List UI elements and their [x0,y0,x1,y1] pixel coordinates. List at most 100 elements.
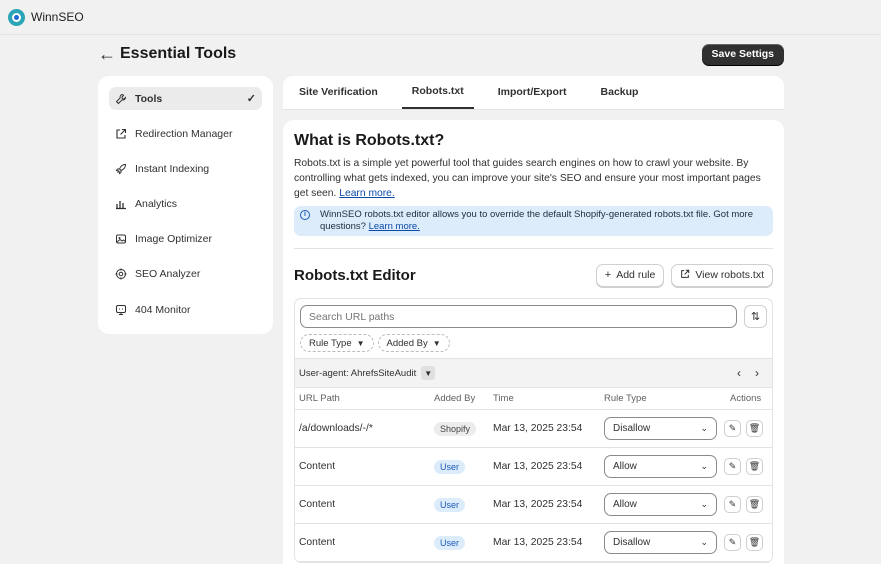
sidebar-item-tools[interactable]: Tools ✓ [109,87,262,110]
trash-icon[interactable]: 🗑 [746,420,763,437]
intro-description: Robots.txt is a simple yet powerful tool… [294,158,761,199]
url-path: Content [299,537,336,548]
table-row: Content User Mar 13, 2025 23:54 Allow ⌄ ✎… [295,486,772,524]
pagination: ‹ › [730,366,766,380]
learn-more-link[interactable]: Learn more. [339,188,395,199]
chevron-down-icon: ⌄ [700,499,708,509]
sidebar-item-label: Tools [135,92,163,105]
rule-type-select[interactable]: Disallow ⌄ [604,417,717,440]
sidebar-item-label: 404 Monitor [135,303,191,316]
sidebar-item-redirection-manager[interactable]: Redirection Manager [109,122,262,145]
column-added-by: Added By [434,393,476,404]
sidebar-item-label: Redirection Manager [135,127,233,140]
divider [294,248,773,249]
rules-panel: ⇅ Rule Type▼ Added By▼ User-agent: Ahref… [294,298,773,563]
external-link-icon [115,128,127,140]
robots-content-card: What is Robots.txt? Robots.txt is a simp… [283,120,784,564]
url-path: Content [299,461,336,472]
rocket-icon [115,163,127,175]
user-agent-label: User-agent: AhrefsSiteAudit [299,367,417,379]
rule-time: Mar 13, 2025 23:54 [493,537,583,548]
chevron-down-icon: ⌄ [700,423,708,433]
rule-type-select[interactable]: Allow ⌄ [604,493,717,516]
external-link-icon [680,269,690,282]
table-header: URL Path Added By Time Rule Type Actions [295,388,772,410]
trash-icon[interactable]: 🗑 [746,534,763,551]
top-bar: WinnSEO [0,0,881,35]
rule-time: Mar 13, 2025 23:54 [493,461,583,472]
tab-site-verification[interactable]: Site Verification [289,75,388,109]
sidebar-item-analytics[interactable]: Analytics [109,193,262,216]
added-by-badge: Shopify [434,421,477,436]
sidebar-item-instant-indexing[interactable]: Instant Indexing [109,157,262,180]
url-path: Content [299,499,336,510]
chevron-down-icon: ⌄ [700,537,708,547]
sort-icon[interactable]: ⇅ [744,305,767,328]
user-agent-dropdown-icon[interactable]: ▼ [421,366,436,380]
sidebar-item-404-monitor[interactable]: 404 Monitor [109,298,262,321]
checkmark-icon: ✓ [246,93,256,105]
url-path: /a/downloads/-/* [299,423,373,434]
chevron-down-icon: ▼ [432,338,441,348]
view-robots-button[interactable]: View robots.txt [671,263,773,287]
editor-title: Robots.txt Editor [294,266,416,284]
app-name: WinnSEO [31,10,84,24]
added-by-badge: User [434,497,466,512]
sidebar-item-seo-analyzer[interactable]: SEO Analyzer [109,263,262,286]
column-time: Time [493,393,514,404]
page-header: ← Essential Tools Save Settigs [98,42,784,66]
trash-icon[interactable]: 🗑 [746,496,763,513]
editor-header: Robots.txt Editor + Add rule View robots… [294,263,773,287]
chevron-left-icon[interactable]: ‹ [730,366,748,380]
back-arrow-icon[interactable]: ← [98,44,120,65]
trash-icon[interactable]: 🗑 [746,458,763,475]
intro-title: What is Robots.txt? [294,132,445,149]
tab-robots-txt[interactable]: Robots.txt [401,75,474,109]
target-icon [115,268,127,280]
tab-import-export[interactable]: Import/Export [488,75,577,109]
tab-backup[interactable]: Backup [591,75,649,109]
search-input[interactable] [300,305,737,328]
sidebar-item-image-optimizer[interactable]: Image Optimizer [109,228,262,251]
add-rule-button[interactable]: + Add rule [595,263,665,287]
sidebar-item-label: Analytics [135,198,178,211]
search-row: ⇅ [295,299,772,328]
save-settings-button[interactable]: Save Settigs [701,43,784,65]
added-by-filter[interactable]: Added By ▼ [377,334,450,352]
edit-icon[interactable]: ✎ [724,458,741,475]
edit-icon[interactable]: ✎ [724,420,741,437]
column-actions: Actions [730,393,762,404]
chevron-down-icon: ▼ [356,338,365,348]
sidebar: Tools ✓ Redirection Manager Instant Inde… [98,76,273,334]
monitor-icon [115,304,127,316]
rule-type-filter[interactable]: Rule Type ▼ [300,334,374,352]
image-icon [115,233,127,245]
info-banner: i WinnSEO robots.txt editor allows you t… [294,206,773,236]
plus-icon: + [604,269,612,281]
sidebar-item-label: Image Optimizer [135,233,213,246]
added-by-badge: User [434,535,466,550]
chevron-down-icon: ⌄ [700,461,708,471]
banner-learn-more-link[interactable]: Learn more. [369,221,420,232]
edit-icon[interactable]: ✎ [724,534,741,551]
user-agent-row: User-agent: AhrefsSiteAudit ▼ ‹ › [295,358,772,388]
rule-type-select[interactable]: Allow ⌄ [604,455,717,478]
rule-type-select[interactable]: Disallow ⌄ [604,531,717,554]
winnseo-logo-icon [8,8,25,26]
sidebar-item-label: Instant Indexing [135,162,210,175]
rule-time: Mar 13, 2025 23:54 [493,499,583,510]
chevron-right-icon[interactable]: › [748,366,766,380]
sidebar-item-label: SEO Analyzer [135,268,201,281]
page-title: Essential Tools [120,45,237,62]
table-row: Content User Mar 13, 2025 23:54 Disallow… [295,524,772,562]
bar-chart-icon [115,198,127,210]
added-by-badge: User [434,459,466,474]
edit-icon[interactable]: ✎ [724,496,741,513]
table-row: Content User Mar 13, 2025 23:54 Allow ⌄ ✎… [295,448,772,486]
filter-bar: Rule Type ▼ Added By ▼ [295,328,772,358]
column-url-path: URL Path [299,393,340,404]
column-rule-type: Rule Type [604,393,647,404]
info-icon: i [300,210,310,220]
rule-time: Mar 13, 2025 23:54 [493,423,583,434]
wrench-icon [115,93,127,105]
